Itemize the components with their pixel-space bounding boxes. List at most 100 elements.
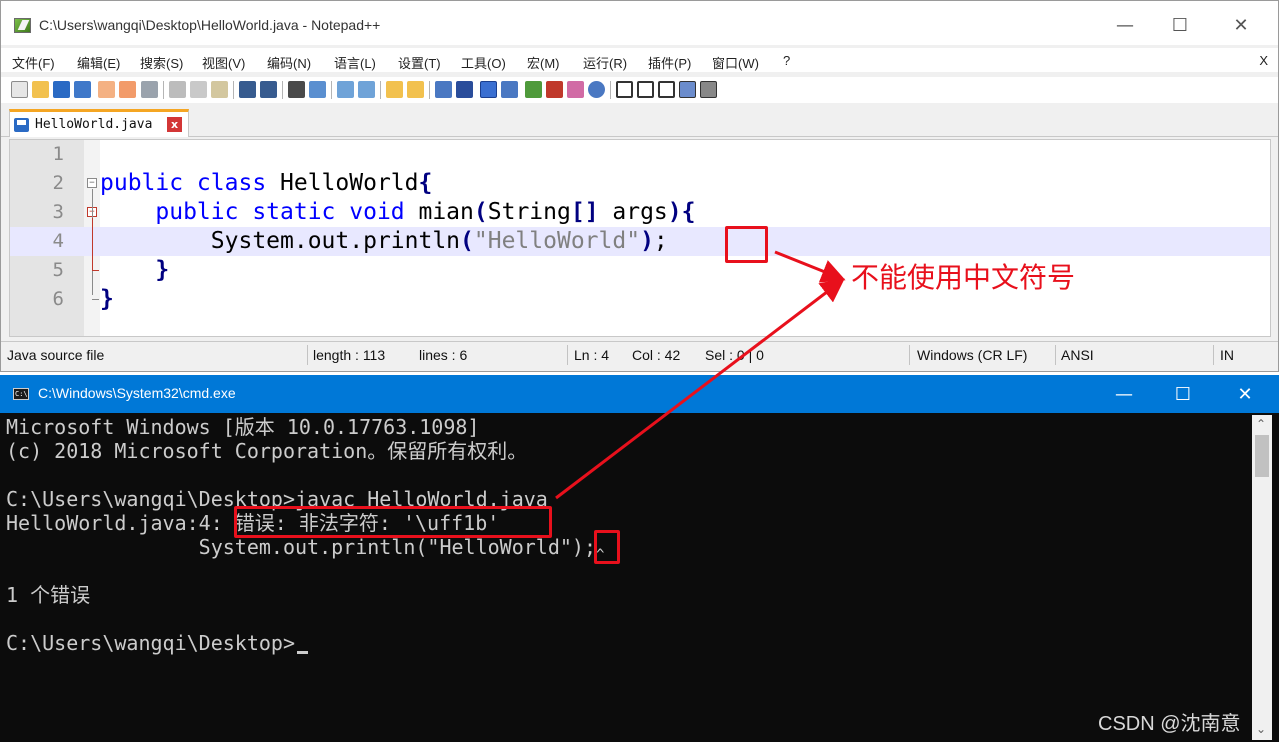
run-macro-multiple-icon[interactable] (679, 81, 696, 98)
console-prompt: C:\Users\wangqi\Desktop> (6, 631, 308, 655)
brace: } (100, 286, 114, 312)
save-macro-icon[interactable] (700, 81, 717, 98)
word-wrap-icon[interactable] (435, 81, 452, 98)
find-icon[interactable] (288, 81, 305, 98)
save-icon[interactable] (53, 81, 70, 98)
toolbar-separator (380, 81, 381, 99)
status-lines: lines : 6 (419, 347, 468, 363)
class-name: HelloWorld (266, 170, 419, 196)
toolbar-separator (233, 81, 234, 99)
cmd-minimize-button[interactable]: — (1101, 379, 1147, 409)
tab-helloworld-java[interactable]: HelloWorld.java x (9, 109, 189, 137)
status-insert-mode: IN (1220, 347, 1234, 363)
replace-icon[interactable] (309, 81, 326, 98)
menu-view[interactable]: 视图(V) (202, 53, 245, 72)
code-text: public class HelloWorld{ (100, 169, 432, 198)
menu-window[interactable]: 窗口(W) (712, 53, 759, 72)
annotation-label: 不能使用中文符号 (851, 261, 1076, 294)
close-button[interactable]: ✕ (1218, 9, 1264, 41)
saved-file-icon (14, 118, 29, 132)
code-line-4: 4 System.out.println("HelloWorld"); (10, 227, 1270, 256)
zoom-in-icon[interactable] (337, 81, 354, 98)
menu-settings[interactable]: 设置(T) (398, 53, 441, 72)
cmd-maximize-button[interactable]: ☐ (1160, 379, 1206, 409)
status-separator (1213, 345, 1214, 365)
status-file-type: Java source file (7, 347, 105, 363)
keyword: public static void (155, 199, 405, 225)
paren: ( (460, 228, 474, 254)
sync-h-icon[interactable] (407, 81, 424, 98)
folder-workspace-icon[interactable] (567, 81, 584, 98)
code-line-5: 5 } (10, 256, 1270, 285)
save-all-icon[interactable] (74, 81, 91, 98)
code-text: public static void mian(String[] args){ (100, 198, 695, 227)
show-all-chars-icon[interactable] (456, 81, 473, 98)
cut-icon[interactable] (169, 81, 186, 98)
toolbar (1, 77, 1278, 103)
close-all-icon[interactable] (119, 81, 136, 98)
undo-icon[interactable] (239, 81, 256, 98)
cmd-title-bar[interactable]: C:\ C:\Windows\System32\cmd.exe — ☐ ✕ (0, 375, 1279, 413)
menu-language[interactable]: 语言(L) (334, 53, 376, 72)
indent-guide-icon[interactable] (480, 81, 497, 98)
close-icon[interactable] (98, 81, 115, 98)
paren: ) (667, 199, 682, 225)
text-cursor (296, 651, 308, 654)
print-icon[interactable] (141, 81, 158, 98)
watermark: CSDN @沈南意 (1098, 713, 1241, 735)
line-number: 4 (52, 230, 64, 252)
function-list-icon[interactable] (546, 81, 563, 98)
record-macro-icon[interactable] (616, 81, 633, 98)
menu-macro[interactable]: 宏(M) (527, 53, 560, 72)
monitor-icon[interactable] (588, 81, 605, 98)
prompt-text: C:\Users\wangqi\Desktop> (6, 631, 295, 655)
code-editor[interactable]: 1 2 − public class HelloWorld{ 3 − publi… (9, 139, 1271, 337)
status-column: Col : 42 (632, 347, 681, 363)
menu-help[interactable]: ? (783, 53, 790, 68)
fold-guide-line-inner (92, 218, 93, 270)
scroll-thumb[interactable] (1255, 435, 1269, 477)
cmd-window-title: C:\Windows\System32\cmd.exe (38, 385, 236, 401)
console-output[interactable]: Microsoft Windows [版本 10.0.17763.1098] (… (6, 415, 1246, 740)
sync-v-icon[interactable] (386, 81, 403, 98)
notepad-app-icon (14, 18, 31, 33)
status-length: length : 113 (313, 347, 386, 363)
paste-icon[interactable] (211, 81, 228, 98)
line-number: 6 (52, 288, 64, 310)
copy-icon[interactable] (190, 81, 207, 98)
menu-edit[interactable]: 编辑(E) (77, 53, 120, 72)
redo-icon[interactable] (260, 81, 277, 98)
notepad-title-bar[interactable]: C:\Users\wangqi\Desktop\HelloWorld.java … (1, 1, 1278, 45)
menu-tools[interactable]: 工具(O) (461, 53, 506, 72)
udl-icon[interactable] (501, 81, 518, 98)
open-file-icon[interactable] (32, 81, 49, 98)
maximize-button[interactable]: ☐ (1157, 9, 1203, 41)
status-selection: Sel : 0 | 0 (705, 347, 764, 363)
menu-plugins[interactable]: 插件(P) (648, 53, 691, 72)
play-macro-icon[interactable] (658, 81, 675, 98)
scroll-down-icon[interactable]: ⌄ (1256, 722, 1266, 736)
menu-file[interactable]: 文件(F) (12, 53, 55, 72)
error-location: HelloWorld.java:4: (6, 511, 235, 535)
new-file-icon[interactable] (11, 81, 28, 98)
menu-run[interactable]: 运行(R) (583, 53, 627, 72)
brackets: [] (570, 199, 599, 225)
cmd-scrollbar[interactable]: ⌃ ⌄ (1252, 415, 1272, 740)
status-eol: Windows (CR LF) (917, 347, 1028, 363)
console-line: Microsoft Windows [版本 10.0.17763.1098] (6, 415, 480, 439)
menu-encoding[interactable]: 编码(N) (267, 53, 311, 72)
cmd-close-button[interactable]: ✕ (1222, 379, 1268, 409)
scroll-up-icon[interactable]: ⌃ (1256, 417, 1266, 431)
menu-search[interactable]: 搜索(S) (140, 53, 183, 72)
doc-map-icon[interactable] (525, 81, 542, 98)
stop-macro-icon[interactable] (637, 81, 654, 98)
code-text: } (100, 285, 114, 314)
close-document-button[interactable]: X (1259, 53, 1268, 68)
minimize-button[interactable]: — (1102, 9, 1148, 41)
tab-close-icon[interactable]: x (167, 117, 182, 132)
fold-toggle-icon[interactable]: − (87, 178, 97, 188)
arg-name: args (598, 199, 668, 225)
zoom-out-icon[interactable] (358, 81, 375, 98)
